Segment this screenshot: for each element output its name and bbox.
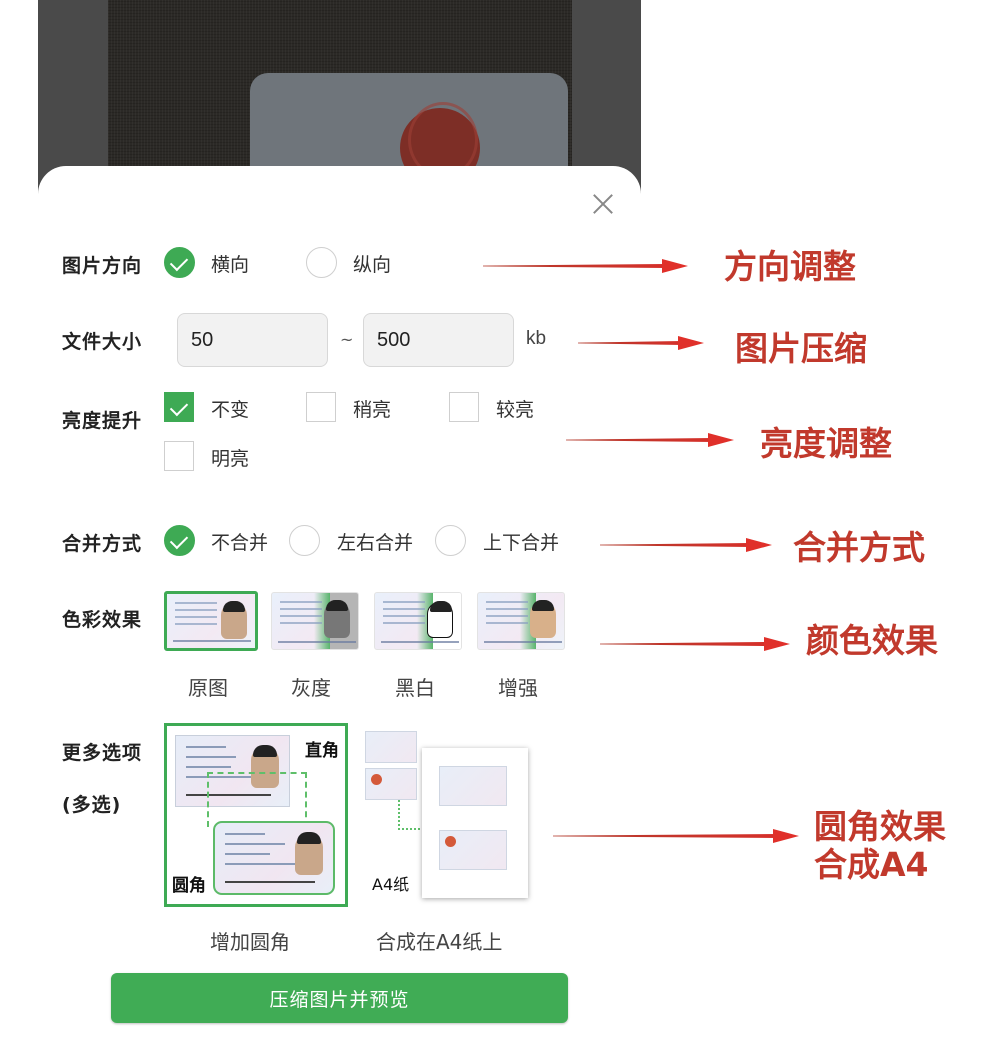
connector-line xyxy=(398,800,424,830)
connector-line xyxy=(207,772,307,827)
color-original-label: 原图 xyxy=(188,676,228,700)
card-text-lines xyxy=(280,601,322,629)
card-text-lines xyxy=(383,601,425,629)
card-text-lines xyxy=(175,602,217,630)
a4-tag: A4纸 xyxy=(372,875,410,894)
radio-landscape[interactable] xyxy=(164,247,195,278)
option-no-merge-label: 不合并 xyxy=(211,532,269,554)
portrait-image xyxy=(324,600,350,638)
checkbox-brighter[interactable] xyxy=(449,392,479,422)
option-a4-compose[interactable]: A4纸 xyxy=(362,728,537,903)
card-text-lines xyxy=(486,601,528,629)
color-enhanced-label: 增强 xyxy=(498,676,538,700)
color-grayscale-label: 灰度 xyxy=(291,676,331,700)
card-number-line xyxy=(484,641,562,643)
color-option-black-white[interactable] xyxy=(374,592,462,650)
size-unit: kb xyxy=(526,328,547,349)
option-merge-horizontal-label: 左右合并 xyxy=(337,532,414,554)
annotation-arrow xyxy=(483,259,688,273)
a4-paper xyxy=(422,748,528,898)
annotation-orientation: 方向调整 xyxy=(724,247,856,286)
arrow-head-icon xyxy=(764,637,790,651)
annotation-more-options: 圆角效果 合成A4 xyxy=(814,807,946,884)
range-separator: ~ xyxy=(340,330,354,349)
rounded-corner-card xyxy=(213,821,335,895)
card-back-small xyxy=(365,768,417,800)
rounded-corners-label: 增加圆角 xyxy=(210,930,290,954)
portrait-image xyxy=(427,601,453,638)
option-portrait-label: 纵向 xyxy=(353,254,392,276)
annotation-brightness: 亮度调整 xyxy=(760,424,892,463)
arrow-head-icon xyxy=(773,829,799,843)
color-option-grayscale[interactable] xyxy=(271,592,359,650)
annotation-arrow xyxy=(566,433,734,447)
option-rounded-corners[interactable]: 直角 圆角 xyxy=(164,723,348,907)
annotation-arrow xyxy=(578,336,704,350)
max-size-input[interactable] xyxy=(363,313,514,367)
arrow-head-icon xyxy=(678,336,704,350)
card-number-line xyxy=(278,641,356,643)
orientation-label: 图片方向 xyxy=(62,255,143,277)
close-icon[interactable] xyxy=(590,191,616,217)
radio-no-merge[interactable] xyxy=(164,525,195,556)
card-front-small xyxy=(365,731,417,763)
option-merge-vertical-label: 上下合并 xyxy=(483,532,560,554)
option-slightly-brighter-label: 稍亮 xyxy=(353,399,392,421)
more-options-label: 更多选项 xyxy=(62,742,143,764)
rounded-corner-tag: 圆角 xyxy=(172,876,206,896)
annotation-color: 颜色效果 xyxy=(806,621,938,660)
brightness-label: 亮度提升 xyxy=(62,410,143,432)
color-black-white-label: 黑白 xyxy=(395,676,435,700)
radio-merge-vertical[interactable] xyxy=(435,525,466,556)
card-number-line xyxy=(381,641,459,643)
checkbox-slightly-brighter[interactable] xyxy=(306,392,336,422)
merge-label: 合并方式 xyxy=(62,533,143,555)
option-unchanged-label: 不变 xyxy=(211,399,250,421)
radio-portrait[interactable] xyxy=(306,247,337,278)
a4-card-front xyxy=(439,766,507,806)
min-size-input[interactable] xyxy=(177,313,328,367)
a4-card-back xyxy=(439,830,507,870)
annotation-arrow xyxy=(600,637,790,651)
square-corner-tag: 直角 xyxy=(305,741,339,761)
option-brighter-label: 较亮 xyxy=(496,399,535,421)
arrow-head-icon xyxy=(746,538,772,552)
radio-merge-horizontal[interactable] xyxy=(289,525,320,556)
compress-preview-button[interactable]: 压缩图片并预览 xyxy=(111,973,568,1023)
file-size-label: 文件大小 xyxy=(62,331,143,353)
annotation-arrow xyxy=(600,538,772,552)
card-number-line xyxy=(173,640,251,642)
annotation-arrow xyxy=(553,829,799,843)
annotation-compression: 图片压缩 xyxy=(735,329,867,368)
color-option-enhanced[interactable] xyxy=(477,592,565,650)
option-bright-label: 明亮 xyxy=(211,448,250,470)
option-landscape-label: 横向 xyxy=(211,254,250,276)
color-option-original[interactable] xyxy=(164,591,258,651)
portrait-image xyxy=(530,600,556,638)
a4-compose-label: 合成在A4纸上 xyxy=(376,930,503,954)
annotation-merge: 合并方式 xyxy=(793,528,925,567)
portrait-image xyxy=(221,601,247,639)
checkbox-bright[interactable] xyxy=(164,441,194,471)
color-effect-label: 色彩效果 xyxy=(62,609,143,631)
checkbox-unchanged[interactable] xyxy=(164,392,194,422)
arrow-head-icon xyxy=(708,433,734,447)
arrow-head-icon xyxy=(662,259,688,273)
multi-select-hint: (多选) xyxy=(62,794,122,816)
